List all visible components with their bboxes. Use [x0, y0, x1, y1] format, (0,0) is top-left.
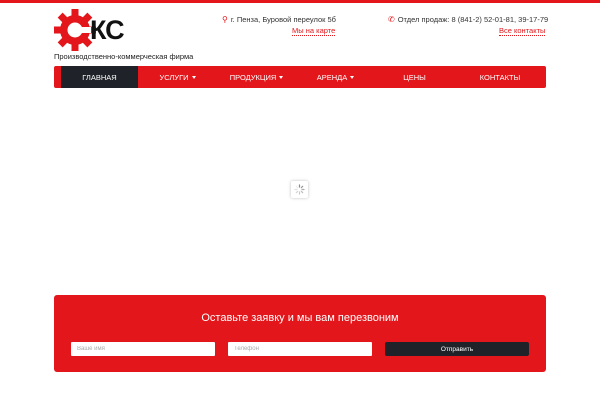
nav-item-home[interactable]: Главная: [61, 66, 138, 88]
header-address: ⚲ г. Пенза, Буровой переулок 5б: [222, 15, 342, 24]
phone-icon: ✆: [388, 15, 395, 24]
callback-title: Оставьте заявку и мы вам перезвоним: [201, 312, 399, 324]
loading-spinner: [291, 181, 308, 198]
caret-down-icon: [191, 75, 196, 79]
map-pin-icon: ⚲: [222, 15, 228, 24]
nav-item-products[interactable]: Продукция: [217, 66, 296, 88]
caret-down-icon: [279, 75, 284, 79]
company-tagline: Производственно-коммерческая фирма: [54, 52, 194, 61]
site-logo[interactable]: КС: [54, 8, 144, 52]
nav-item-rent[interactable]: Аренда: [296, 66, 375, 88]
top-accent-bar: [0, 0, 600, 3]
map-link[interactable]: Мы на карте: [292, 26, 336, 36]
phone-input[interactable]: [228, 342, 372, 356]
all-contacts-link[interactable]: Все контакты: [499, 26, 546, 36]
submit-button[interactable]: Отправить: [385, 342, 529, 356]
phone-text: Отдел продаж: 8 (841-2) 52-01-81, 39-17-…: [397, 15, 549, 24]
main-nav: Главная Услуги Продукция Аренда Цены Кон…: [54, 66, 546, 88]
logo-text: КС: [90, 15, 125, 45]
nav-item-prices[interactable]: Цены: [375, 66, 454, 88]
header-phone: ✆ Отдел продаж: 8 (841-2) 52-01-81, 39-17…: [388, 15, 548, 24]
name-input[interactable]: [71, 342, 215, 356]
nav-item-contacts[interactable]: Контакты: [454, 66, 546, 88]
caret-down-icon: [350, 75, 355, 79]
nav-item-services[interactable]: Услуги: [138, 66, 217, 88]
spinner-icon: [294, 184, 305, 195]
callback-form: Оставьте заявку и мы вам перезвоним Отпр…: [54, 295, 546, 372]
address-text: г. Пенза, Буровой переулок 5б: [230, 15, 336, 24]
